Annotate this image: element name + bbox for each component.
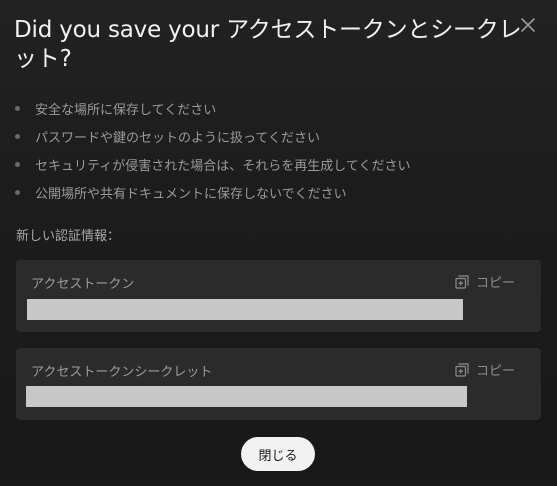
- close-dialog-button[interactable]: 閉じる: [241, 437, 315, 471]
- dialog-title: Did you save your アクセストークンとシークレット?: [14, 17, 522, 72]
- access-token-label: アクセストークン: [31, 277, 135, 292]
- close-icon: [521, 18, 535, 32]
- credentials-saved-dialog: Did you save your アクセストークンとシークレット? 安全な場所…: [0, 0, 557, 486]
- new-credentials-label: 新しい認証情報：: [16, 229, 121, 244]
- safety-tips-list: 安全な場所に保存してください パスワードや鍵のセットのように扱ってください セキ…: [14, 94, 410, 206]
- copy-icon: [455, 362, 469, 377]
- access-token-secret-value-redacted: [26, 386, 467, 407]
- copy-label: コピー: [475, 276, 515, 291]
- bullet-icon: [15, 161, 20, 167]
- list-item: セキュリティが侵害された場合は、それらを再生成してください: [14, 150, 410, 178]
- list-item: 安全な場所に保存してください: [14, 94, 410, 122]
- access-token-value-redacted: [27, 299, 463, 320]
- tip-text: 安全な場所に保存してください: [35, 102, 217, 118]
- list-item: 公開場所や共有ドキュメントに保存しないでください: [14, 178, 410, 206]
- bullet-icon: [15, 133, 20, 139]
- tip-text: 公開場所や共有ドキュメントに保存しないでください: [35, 186, 347, 202]
- tip-text: パスワードや鍵のセットのように扱ってください: [35, 130, 320, 146]
- access-token-card: アクセストークン コピー: [16, 260, 541, 332]
- bullet-icon: [15, 105, 20, 111]
- access-token-secret-card: アクセストークンシークレット コピー: [16, 348, 541, 420]
- list-item: パスワードや鍵のセットのように扱ってください: [14, 122, 410, 150]
- bullet-icon: [15, 189, 20, 195]
- copy-access-token-button[interactable]: コピー: [455, 272, 515, 291]
- copy-icon: [455, 274, 469, 289]
- tip-text: セキュリティが侵害された場合は、それらを再生成してください: [35, 158, 411, 174]
- copy-access-token-secret-button[interactable]: コピー: [455, 360, 515, 379]
- access-token-secret-label: アクセストークンシークレット: [31, 365, 213, 380]
- copy-label: コピー: [475, 364, 515, 379]
- close-button[interactable]: [517, 14, 539, 36]
